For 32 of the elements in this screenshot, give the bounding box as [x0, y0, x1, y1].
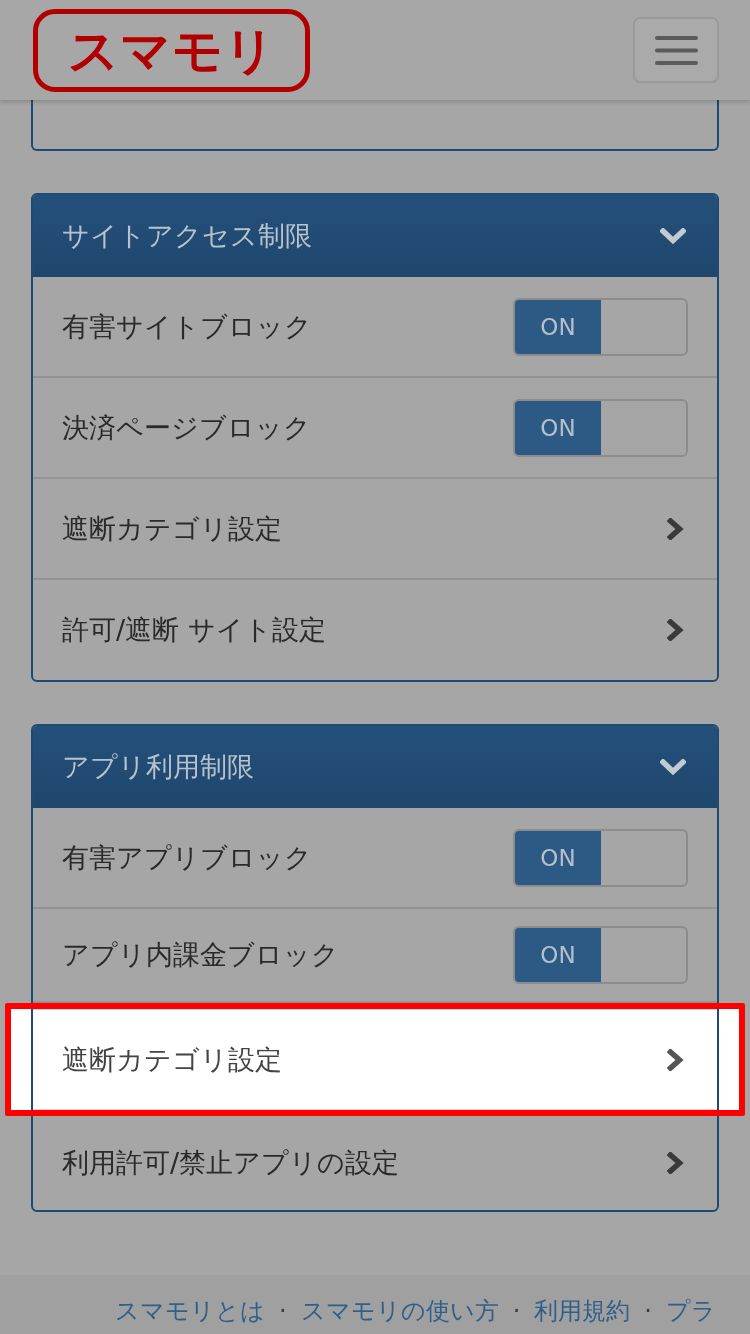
footer-separator: · — [512, 1297, 521, 1326]
row-label: 許可/遮断 サイト設定 — [62, 613, 326, 647]
toggle-switch[interactable]: ON — [513, 926, 688, 984]
settings-row[interactable]: 遮断カテゴリ設定 — [33, 479, 717, 580]
menu-button[interactable] — [633, 17, 719, 83]
row-label: 有害アプリブロック — [62, 840, 312, 875]
row-label: 遮断カテゴリ設定 — [62, 511, 282, 546]
row-label: 利用許可/禁止アプリの設定 — [62, 1146, 400, 1180]
section-header[interactable]: アプリ利用制限 — [33, 726, 717, 808]
settings-row[interactable]: 利用許可/禁止アプリの設定 — [33, 1116, 717, 1210]
chevron-right-icon — [667, 517, 684, 540]
footer-separator: · — [279, 1297, 287, 1326]
footer-link[interactable]: スマモリとは — [115, 1297, 266, 1326]
settings-row[interactable]: 許可/遮断 サイト設定 — [33, 580, 717, 680]
toggle-switch[interactable]: ON — [513, 398, 688, 457]
footer-separator: · — [644, 1297, 652, 1326]
menu-icon — [654, 35, 698, 65]
chevron-right-icon — [667, 1048, 684, 1071]
toggle-switch[interactable]: ON — [513, 828, 688, 887]
footer-link[interactable]: スマモリの使い方 — [300, 1297, 499, 1326]
logo[interactable]: スマモリ — [33, 9, 310, 92]
chevron-right-icon — [667, 619, 684, 641]
row-label: 決済ページブロック — [62, 410, 311, 445]
settings-row[interactable]: 遮断カテゴリ設定 — [33, 1009, 717, 1110]
row-label: 遮断カテゴリ設定 — [62, 1042, 282, 1077]
footer-link[interactable]: 利用規約 — [534, 1297, 631, 1326]
row-label: アプリ内課金ブロック — [62, 938, 339, 972]
row-label: 有害サイトブロック — [62, 309, 312, 344]
chevron-right-icon — [667, 1152, 684, 1174]
section-header[interactable]: サイトアクセス制限 — [33, 195, 717, 277]
toggle-switch[interactable]: ON — [513, 297, 688, 356]
footer-link[interactable]: プラ — [666, 1297, 716, 1326]
